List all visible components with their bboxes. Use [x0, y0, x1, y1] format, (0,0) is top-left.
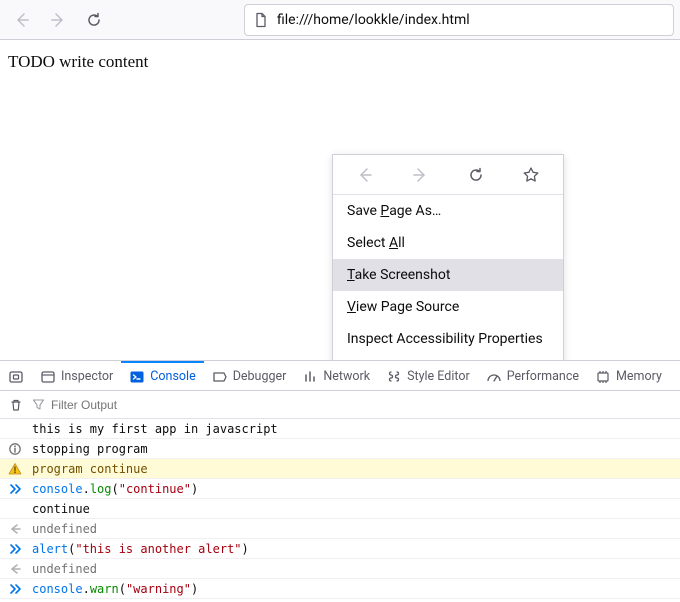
- devtools-dock-button[interactable]: [0, 361, 32, 390]
- console-row-text: undefined: [32, 522, 97, 536]
- console-row: this is my first app in javascript: [0, 419, 680, 439]
- back-button[interactable]: [6, 4, 38, 36]
- context-menu-item[interactable]: Save Page As…: [333, 195, 563, 227]
- console-row-text: console.warn("warning"): [32, 582, 198, 596]
- ctx-bookmark-button[interactable]: [509, 159, 553, 191]
- trash-icon: [9, 398, 23, 412]
- tab-performance[interactable]: Performance: [478, 361, 587, 390]
- forward-button[interactable]: [42, 4, 74, 36]
- console-row-gutter-icon: [6, 582, 24, 596]
- console-row: stopping program: [0, 439, 680, 459]
- console-row-gutter-icon: [6, 522, 24, 536]
- inspector-icon: [40, 369, 56, 385]
- console-row: undefined: [0, 519, 680, 539]
- console-row-gutter-icon: [6, 462, 24, 476]
- context-menu: Save Page As…Select AllTake ScreenshotVi…: [332, 154, 564, 388]
- devtools-panel: Inspector Console Debugger Network Style…: [0, 360, 680, 602]
- tab-console[interactable]: Console: [121, 361, 203, 390]
- tab-performance-label: Performance: [507, 369, 579, 384]
- menu-accelerator: T: [347, 267, 355, 283]
- console-row-text: stopping program: [32, 442, 148, 456]
- tab-inspector-label: Inspector: [61, 369, 113, 384]
- console-row-text: this is my first app in javascript: [32, 422, 278, 436]
- arrow-right-icon: [50, 12, 66, 28]
- performance-icon: [486, 369, 502, 385]
- menu-accelerator: V: [347, 299, 356, 315]
- console-row: undefined: [0, 559, 680, 579]
- clear-console-button[interactable]: [6, 398, 26, 412]
- debugger-icon: [212, 369, 228, 385]
- context-menu-item[interactable]: View Page Source: [333, 291, 563, 323]
- menu-accelerator: A: [389, 235, 398, 251]
- url-text: file:///home/lookkle/index.html: [277, 12, 470, 28]
- tab-style-label: Style Editor: [407, 369, 470, 384]
- arrow-right-icon: [412, 167, 428, 183]
- page-text: TODO write content: [8, 52, 148, 71]
- context-menu-item[interactable]: Take Screenshot: [333, 259, 563, 291]
- console-row: console.log("continue"): [0, 479, 680, 499]
- console-row-text: program continue: [32, 462, 148, 476]
- memory-icon: [595, 369, 611, 385]
- filter-icon: [32, 398, 45, 411]
- reload-icon: [86, 12, 102, 28]
- tab-inspector[interactable]: Inspector: [32, 361, 121, 390]
- menu-accelerator: P: [380, 203, 389, 219]
- page-body: TODO write content: [0, 40, 680, 84]
- console-row-text: continue: [32, 502, 90, 516]
- console-row-text: console.log("continue"): [32, 482, 198, 496]
- console-row-gutter-icon: [6, 442, 24, 456]
- console-row: program continue: [0, 459, 680, 479]
- arrow-left-icon: [14, 12, 30, 28]
- console-row-gutter-icon: [6, 482, 24, 496]
- context-menu-toolbar: [333, 155, 563, 195]
- console-row: continue: [0, 499, 680, 519]
- ctx-reload-button[interactable]: [454, 159, 498, 191]
- tab-debugger[interactable]: Debugger: [204, 361, 295, 390]
- browser-toolbar: file:///home/lookkle/index.html: [0, 0, 680, 40]
- console-row-text: undefined: [32, 562, 97, 576]
- console-icon: [129, 369, 145, 385]
- context-menu-item[interactable]: Inspect Accessibility Properties: [333, 323, 563, 355]
- style-icon: [386, 369, 402, 385]
- console-row-text: alert("this is another alert"): [32, 542, 249, 556]
- ctx-back-button[interactable]: [343, 159, 387, 191]
- devtools-filter-bar: [0, 391, 680, 419]
- ctx-forward-button[interactable]: [398, 159, 442, 191]
- console-row-gutter-icon: [6, 542, 24, 556]
- tab-debugger-label: Debugger: [233, 369, 287, 384]
- console-row: console.warn("warning"): [0, 579, 680, 599]
- devtools-tabs: Inspector Console Debugger Network Style…: [0, 361, 680, 391]
- url-bar[interactable]: file:///home/lookkle/index.html: [244, 4, 674, 36]
- tab-memory-label: Memory: [616, 369, 662, 384]
- filter-input[interactable]: [51, 398, 674, 412]
- reload-button[interactable]: [78, 4, 110, 36]
- console-row-gutter-icon: [6, 562, 24, 576]
- network-icon: [302, 369, 318, 385]
- tab-network-label: Network: [323, 369, 370, 384]
- file-icon: [253, 12, 269, 28]
- console-row: alert("this is another alert"): [0, 539, 680, 559]
- context-menu-item[interactable]: Select All: [333, 227, 563, 259]
- tab-memory[interactable]: Memory: [587, 361, 670, 390]
- arrow-left-icon: [357, 167, 373, 183]
- star-icon: [522, 166, 540, 184]
- console-output: this is my first app in javascript stoppi…: [0, 419, 680, 602]
- reload-icon: [468, 167, 484, 183]
- tab-console-label: Console: [150, 369, 195, 384]
- dock-icon: [8, 369, 24, 385]
- tab-network[interactable]: Network: [294, 361, 378, 390]
- tab-style-editor[interactable]: Style Editor: [378, 361, 478, 390]
